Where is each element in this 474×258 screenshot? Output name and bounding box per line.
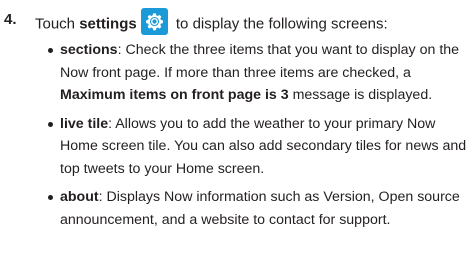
bullet-text-after: message is displayed. — [288, 87, 433, 103]
bullet-term: live tile — [60, 115, 109, 132]
bullet-text: : Displays Now information such as Versi… — [60, 189, 460, 228]
bullet-bold-message: Maximum items on front page is 3 — [60, 87, 289, 103]
list-item-live-tile: live tile: Allows you to add the weather… — [48, 113, 468, 181]
bullet-text-before: : Check the three items that you want to… — [60, 42, 460, 81]
bullet-term: about — [60, 189, 99, 205]
list-item-sections: sections: Check the three items that you… — [48, 39, 468, 107]
step-text-before: Touch — [35, 15, 80, 33]
step-instruction: Touch settings to display the following … — [35, 8, 388, 38]
bullet-term: sections — [60, 42, 118, 58]
list-item-about: about: Displays Now information such as … — [48, 186, 468, 231]
settings-gear-icon — [140, 8, 168, 35]
screens-list: sections: Check the three items that you… — [48, 39, 468, 237]
step-text-after: to display the following screens: — [171, 15, 388, 33]
step-number: 4. — [4, 11, 17, 28]
settings-term: settings — [79, 15, 137, 33]
bullet-text: : Allows you to add the weather to your … — [60, 115, 467, 177]
